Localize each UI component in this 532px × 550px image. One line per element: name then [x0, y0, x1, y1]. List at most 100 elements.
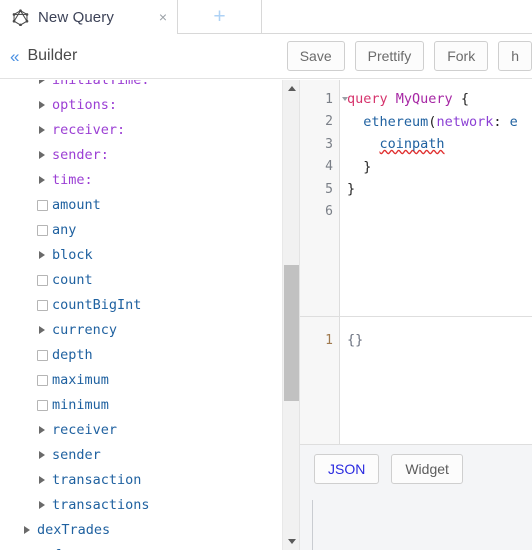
plus-icon: +	[213, 5, 226, 28]
code-line[interactable]: query MyQuery {	[341, 88, 532, 111]
tree-item-time[interactable]: time:	[0, 168, 280, 193]
field-checkbox[interactable]	[37, 275, 48, 286]
tree-item-transactions[interactable]: transactions	[0, 493, 280, 518]
query-editor[interactable]: 1 2 3 4 5 6 query MyQuery { ethereum(network:…	[300, 80, 532, 316]
field-checkbox[interactable]	[37, 350, 48, 361]
tree-item-label: initialTime:	[52, 80, 150, 87]
tree-item-depth[interactable]: depth	[0, 343, 280, 368]
tab-widget[interactable]: Widget	[391, 453, 463, 484]
expand-arrow-icon[interactable]	[37, 425, 48, 436]
line-number: 2	[325, 114, 333, 130]
tree-item-label: transactions	[52, 496, 150, 513]
tree-item-receiver[interactable]: receiver:	[0, 118, 280, 143]
scrollbar-thumb[interactable]	[284, 265, 299, 401]
tree-item-receiver[interactable]: receiver	[0, 418, 280, 443]
prettify-button[interactable]: Prettify	[354, 41, 425, 71]
tree-item-countBigInt[interactable]: countBigInt	[0, 293, 280, 318]
tree-item-minimum[interactable]: minimum	[0, 393, 280, 418]
field-checkbox[interactable]	[37, 200, 48, 211]
docs-explorer-sidebar[interactable]: initialTime: options: receiver: sender: time…	[0, 80, 280, 550]
close-icon[interactable]: ×	[159, 10, 167, 24]
expand-arrow-icon[interactable]	[37, 175, 48, 186]
field-checkbox[interactable]	[37, 375, 48, 386]
tree-item-currency[interactable]: currency	[0, 318, 280, 343]
tree-item-label: depth	[52, 346, 93, 363]
tree-item-options[interactable]: options:	[0, 93, 280, 118]
expand-arrow-icon[interactable]	[37, 250, 48, 261]
code-line[interactable]: }	[341, 178, 532, 201]
expand-arrow-icon[interactable]	[37, 450, 48, 461]
code-line[interactable]: }	[341, 156, 532, 179]
result-gutter-line	[312, 500, 313, 550]
code-token: :	[493, 113, 510, 130]
query-code[interactable]: query MyQuery { ethereum(network: e coin…	[341, 80, 532, 316]
result-panel[interactable]	[300, 492, 532, 550]
code-token: ethereum	[363, 113, 429, 130]
code-line[interactable]	[341, 201, 532, 224]
tab-json[interactable]: JSON	[314, 453, 380, 484]
variables-value[interactable]: {}	[341, 329, 532, 352]
tree-item-dexTrades[interactable]: dexTrades	[0, 518, 280, 543]
scroll-up-arrow-icon[interactable]	[283, 80, 300, 97]
tree-item-sender[interactable]: sender:	[0, 143, 280, 168]
code-token: coinpath	[379, 136, 445, 153]
tree-item-label: dexTrades	[37, 521, 111, 538]
tab-new-query[interactable]: New Query ×	[0, 0, 178, 34]
tree-item-label: countBigInt	[52, 296, 142, 313]
query-gutter: 1 2 3 4 5 6	[300, 80, 348, 316]
new-tab-button[interactable]: +	[178, 0, 262, 34]
scroll-down-arrow-icon[interactable]	[283, 533, 300, 550]
field-checkbox[interactable]	[37, 225, 48, 236]
expand-arrow-icon[interactable]	[37, 325, 48, 336]
code-token: MyQuery	[395, 91, 453, 108]
tree-item-label: sender	[52, 446, 101, 463]
tree-item-label: amount	[52, 196, 101, 213]
code-token: {	[452, 91, 469, 108]
right-pane: 1 2 3 4 5 6 query MyQuery { ethereum(network:…	[300, 80, 532, 550]
field-checkbox[interactable]	[37, 400, 48, 411]
expand-arrow-icon[interactable]	[37, 125, 48, 136]
expand-arrow-icon[interactable]	[37, 100, 48, 111]
expand-arrow-icon[interactable]	[37, 500, 48, 511]
tree-item-label: currency	[52, 321, 118, 338]
tree-item-label: minimum	[52, 396, 109, 413]
graphql-logo-icon	[12, 8, 29, 26]
field-checkbox[interactable]	[37, 300, 48, 311]
chevron-double-left-icon: «	[10, 46, 20, 66]
builder-toggle[interactable]: « Builder	[10, 47, 77, 65]
variables-line-number: 1	[325, 332, 333, 348]
tree-item-any[interactable]: any	[0, 218, 280, 243]
tab-bar-filler	[262, 0, 532, 34]
tree-item-transaction[interactable]: transaction	[0, 468, 280, 493]
history-button[interactable]: h	[498, 41, 532, 71]
code-line[interactable]: coinpath	[341, 133, 532, 156]
expand-arrow-icon[interactable]	[37, 475, 48, 486]
fork-button[interactable]: Fork	[434, 41, 489, 71]
tab-title: New Query	[38, 8, 114, 26]
tree-item-label: time:	[52, 171, 93, 188]
tree-item-block[interactable]: block	[0, 243, 280, 268]
tree-item-label: receiver:	[52, 121, 126, 138]
variables-editor[interactable]: 1 {}	[300, 316, 532, 444]
tree-item-amount[interactable]: amount	[0, 193, 280, 218]
tree-item-references[interactable]: references	[0, 543, 280, 550]
tab-bar: New Query × +	[0, 0, 532, 34]
expand-arrow-icon[interactable]	[37, 150, 48, 161]
expand-arrow-icon[interactable]	[37, 80, 48, 86]
tree-item-initialTime[interactable]: initialTime:	[0, 80, 280, 93]
expand-arrow-icon[interactable]	[22, 525, 33, 536]
code-line[interactable]: ethereum(network: e	[341, 111, 532, 134]
sidebar-scrollbar[interactable]	[282, 80, 299, 550]
code-token: }	[347, 158, 372, 175]
line-number: 5	[325, 181, 333, 197]
tree-item-sender[interactable]: sender	[0, 443, 280, 468]
tree-item-count[interactable]: count	[0, 268, 280, 293]
line-number: 1	[300, 88, 348, 111]
save-button[interactable]: Save	[286, 41, 345, 71]
tree-item-label: receiver	[52, 421, 118, 438]
tree-item-maximum[interactable]: maximum	[0, 368, 280, 393]
line-number: 6	[325, 204, 333, 220]
